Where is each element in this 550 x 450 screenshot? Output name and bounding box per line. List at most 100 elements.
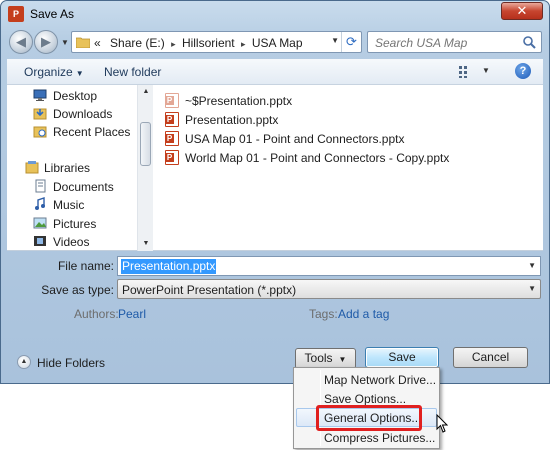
chevron-down-icon[interactable]: ▼ [528,261,536,270]
save-as-dialog: P Save As ✕ ◀ ▶ ▼ « Share (E:) ▸ Hillsor… [0,0,550,384]
sidebar-item-label: Desktop [53,89,98,103]
views-dropdown-icon[interactable]: ▼ [482,66,490,75]
menu-item-map-network-drive[interactable]: Map Network Drive... [296,370,437,389]
sidebar-item-downloads[interactable]: Downloads [7,105,137,123]
powerpoint-file-icon [165,131,179,146]
powerpoint-file-icon [165,112,179,127]
scroll-thumb[interactable] [140,122,151,166]
desktop-icon [33,89,47,101]
sidebar-item-label: Downloads [53,107,113,121]
chevron-down-icon: ▼ [75,69,84,78]
menu-item-label: Save Options... [324,392,407,406]
breadcrumb-item-hillsorient[interactable]: Hillsorient [182,36,235,50]
filename-label: File name: [57,259,114,273]
chevron-down-icon[interactable]: ▼ [528,284,536,293]
list-item[interactable]: World Map 01 - Point and Connectors - Co… [165,148,525,167]
tools-button[interactable]: Tools ▼ [295,348,356,369]
save-as-type-value: PowerPoint Presentation (*.pptx) [122,283,297,297]
navigation-pane: Desktop Downloads Recent Places Librarie… [7,85,143,251]
help-icon[interactable]: ? [515,63,531,79]
list-item[interactable]: Presentation.pptx [165,110,525,129]
authors-value[interactable]: Pearl [118,307,146,321]
breadcrumb: « Share (E:) ▸ Hillsorient ▸ USA Map [94,36,303,50]
save-as-type-label: Save as type: [41,283,114,297]
back-button[interactable]: ◀ [9,30,33,54]
command-toolbar: Organize ▼ New folder ▼ ? [7,59,543,85]
file-name: Presentation.pptx [185,113,279,127]
search-box[interactable] [367,31,542,53]
sidebar-item-videos[interactable]: Videos [7,233,137,251]
file-name: World Map 01 - Point and Connectors - Co… [185,151,450,165]
recent-places-icon [33,126,47,138]
browser-content: Desktop Downloads Recent Places Librarie… [7,85,543,251]
libraries-icon [25,161,39,174]
chevron-down-icon: ▼ [338,355,347,364]
sidebar-item-music[interactable]: Music [7,196,137,214]
search-input[interactable] [373,35,518,51]
annotation-highlight-box [316,405,422,431]
filename-value: Presentation.pptx [121,259,217,274]
mouse-pointer-icon [436,414,448,433]
add-tag-link[interactable]: Add a tag [338,307,389,321]
save-button[interactable]: Save [365,347,439,368]
sidebar-item-label: Documents [53,180,114,194]
filename-field[interactable]: Presentation.pptx ▼ [117,256,541,276]
close-button[interactable]: ✕ [501,2,543,20]
breadcrumb-item-share[interactable]: Share (E:) [110,36,165,50]
organize-button[interactable]: Organize ▼ [24,65,84,79]
hide-folders-label: Hide Folders [37,356,106,370]
file-name: ~$Presentation.pptx [185,94,293,108]
recent-locations-dropdown-icon[interactable]: ▼ [61,38,69,47]
new-folder-button[interactable]: New folder [104,65,161,79]
sidebar-item-libraries[interactable]: Libraries [7,159,137,177]
address-bar[interactable]: « Share (E:) ▸ Hillsorient ▸ USA Map ▼ ⟳ [71,31,362,53]
file-list: ~$Presentation.pptx Presentation.pptx US… [165,91,525,167]
authors-label: Authors: [74,307,119,321]
organize-label: Organize [24,65,73,79]
scroll-up-icon[interactable]: ▲ [138,85,154,99]
music-icon [35,197,45,210]
forward-button[interactable]: ▶ [34,30,58,54]
tags-label: Tags: [309,307,338,321]
navigation-bar: ◀ ▶ ▼ « Share (E:) ▸ Hillsorient ▸ USA M… [1,28,549,56]
title-bar: P Save As ✕ [1,1,549,27]
sidebar-item-label: Music [53,198,85,212]
powerpoint-app-icon: P [8,6,24,22]
videos-icon [34,236,46,246]
powerpoint-file-icon [165,150,179,165]
cancel-button[interactable]: Cancel [453,347,528,368]
refresh-icon[interactable]: ⟳ [341,32,361,52]
navigation-scrollbar[interactable]: ▲ ▼ [137,85,153,251]
documents-icon [35,179,46,193]
change-view-icon[interactable] [459,66,473,78]
window-title: Save As [30,7,75,21]
sidebar-item-recent-places[interactable]: Recent Places [7,123,137,141]
sidebar-item-label: Libraries [44,161,91,175]
downloads-icon [33,108,47,120]
scroll-down-icon[interactable]: ▼ [138,237,154,251]
list-item[interactable]: USA Map 01 - Point and Connectors.pptx [165,129,525,148]
search-icon[interactable] [522,35,536,49]
breadcrumb-separator-icon[interactable]: ▸ [171,39,176,49]
sidebar-item-documents[interactable]: Documents [7,178,137,196]
powerpoint-temp-file-icon [165,93,179,108]
address-dropdown-icon[interactable]: ▼ [331,36,339,45]
sidebar-item-label: Pictures [53,217,97,231]
sidebar-item-desktop[interactable]: Desktop [7,87,137,105]
chevron-up-icon: ▲ [17,355,31,369]
pictures-icon [33,217,47,229]
tools-label: Tools [304,351,333,365]
sidebar-item-pictures[interactable]: Pictures [7,215,137,233]
list-item[interactable]: ~$Presentation.pptx [165,91,525,110]
breadcrumb-item-usa-map[interactable]: USA Map [252,36,303,50]
file-name: USA Map 01 - Point and Connectors.pptx [185,132,405,146]
sidebar-item-label: Recent Places [53,125,131,139]
menu-item-label: Compress Pictures... [324,431,436,445]
menu-item-label: Map Network Drive... [324,373,437,387]
save-form: File name: Presentation.pptx ▼ Save as t… [7,251,543,383]
save-as-type-select[interactable]: PowerPoint Presentation (*.pptx) ▼ [117,279,541,299]
breadcrumb-separator-icon[interactable]: ▸ [241,39,246,49]
sidebar-item-label: Videos [53,235,90,249]
folder-icon [76,37,90,48]
breadcrumb-overflow-icon[interactable]: « [94,36,101,50]
